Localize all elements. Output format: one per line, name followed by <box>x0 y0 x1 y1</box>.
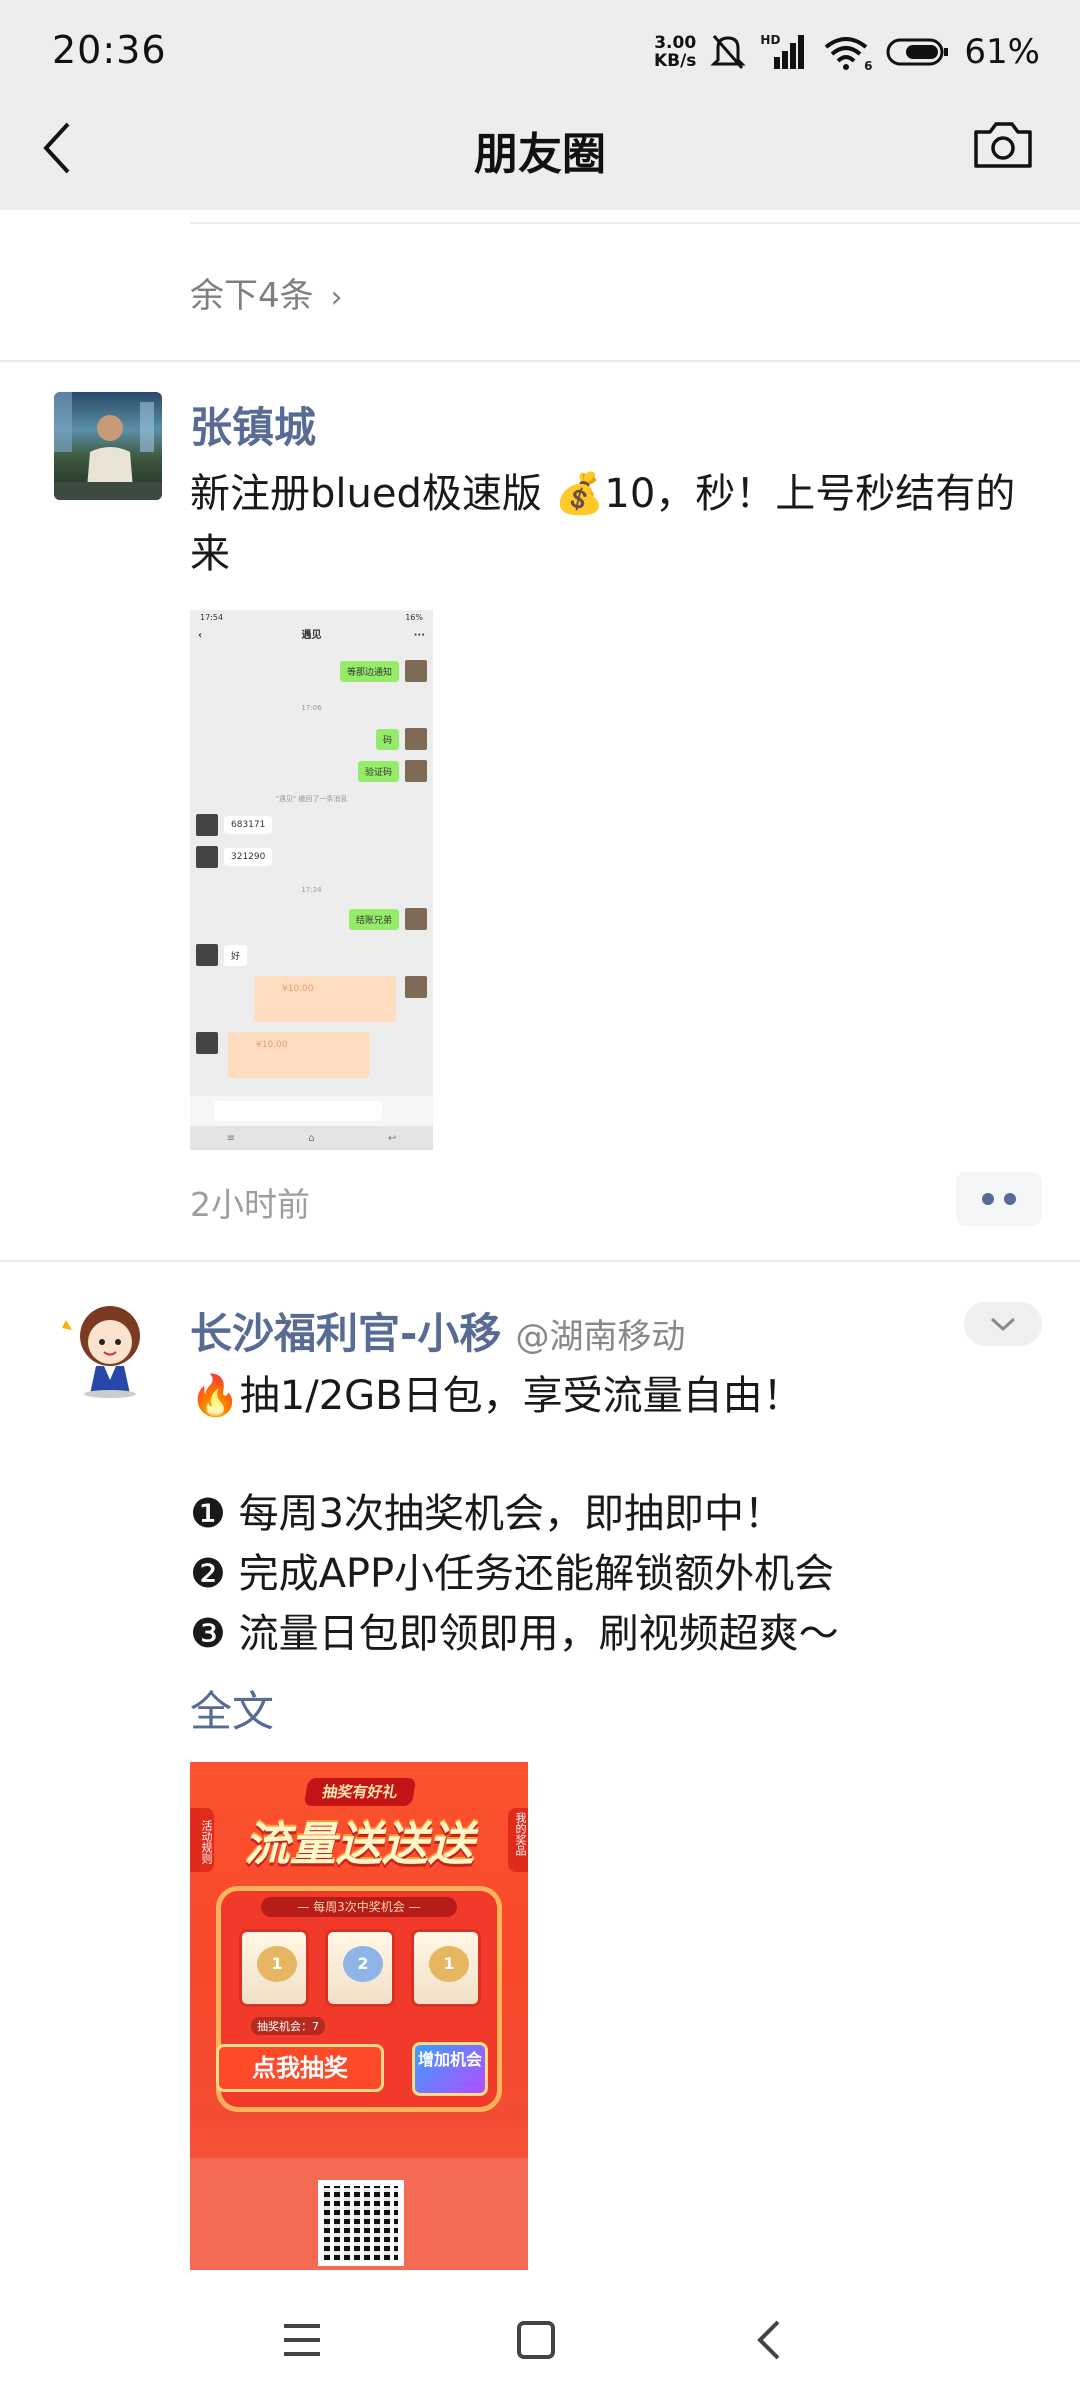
image-message: 码 <box>375 728 427 750</box>
image-chat-title: ‹ 遇见 ··· <box>190 624 433 648</box>
qr-code-icon <box>318 2180 404 2266</box>
page-title: 朋友圈 <box>474 129 606 180</box>
image-message: 好 <box>196 944 248 966</box>
battery-percent: 61% <box>964 32 1040 72</box>
image-red-packet: ¥10.00 <box>254 976 396 1022</box>
image-input-bar <box>190 1096 433 1126</box>
post-text-line: ❸ 流量日包即领即用，刷视频超爽～ <box>190 1611 839 1657</box>
poster-handle: @湖南移动 <box>515 1317 686 1357</box>
image-message: 321290 <box>196 846 273 868</box>
poster-name[interactable]: 长沙福利官-小移 @湖南移动 <box>190 1300 685 1361</box>
machine-label: — 每周3次中奖机会 — <box>261 1897 457 1917</box>
post-divider <box>0 360 1080 362</box>
image-message: 等那边通知 <box>339 660 427 682</box>
network-speed: 3.00 KB/s <box>653 33 697 71</box>
more-actions-button[interactable] <box>956 1172 1042 1226</box>
slot-reel: 2 <box>325 1929 395 2007</box>
status-icons: 3.00 KB/s HD 6 61% <box>654 30 1040 74</box>
back-triangle-icon[interactable] <box>740 2310 800 2370</box>
cartoon-girl-avatar-icon <box>62 1306 140 1398</box>
top-bar: 20:36 3.00 KB/s HD 6 61% 朋友圈 <box>0 0 1080 210</box>
post-time: 2小时前 <box>190 1185 310 1224</box>
slot-reel: 1 <box>239 1929 309 2007</box>
status-time: 20:36 <box>52 28 167 72</box>
post-text-line: ❷ 完成APP小任务还能解锁额外机会 <box>190 1551 835 1597</box>
image-timestamp: 17:06 <box>301 704 322 712</box>
wifi-icon: 6 <box>822 33 872 73</box>
promo-add-chance-button: 增加机会 <box>412 2042 488 2096</box>
post-divider <box>0 1260 1080 1262</box>
image-more-icon: ··· <box>413 630 425 641</box>
comment-divider <box>190 222 1080 224</box>
image-nav-bar: ≡ ⌂ ↩ <box>190 1126 433 1150</box>
post-image[interactable]: 17:54 16% ‹ 遇见 ··· 等那边通知 17:06 码 验证码 "遇见… <box>190 610 433 1150</box>
post-text-line: ❶ 每周3次抽奖机会，即抽即中！ <box>190 1491 785 1537</box>
draw-chances: 抽奖机会：7 <box>251 2017 325 2035</box>
slot-reel: 1 <box>411 1929 481 2007</box>
avatar[interactable] <box>54 392 162 500</box>
camera-icon[interactable] <box>972 118 1034 172</box>
image-message: 683171 <box>196 814 273 836</box>
post-text: 新注册blued极速版 💰10，秒！上号秒结有的来 <box>190 471 1016 577</box>
poster-name[interactable]: 张镇城 <box>190 394 316 455</box>
image-red-packet: ¥10.00 <box>228 1032 370 1078</box>
home-square-icon[interactable] <box>506 2310 566 2370</box>
image-timestamp: 17:24 <box>301 886 322 894</box>
person-photo-icon <box>54 392 162 500</box>
avatar[interactable] <box>54 1294 162 1402</box>
menu-icon[interactable] <box>272 2310 332 2370</box>
promo-badge: 抽奖有好礼 <box>303 1778 417 1806</box>
promo-draw-button: 点我抽奖 <box>216 2044 384 2092</box>
chevron-right-icon: › <box>330 280 343 315</box>
promo-headline: 流量送送送 <box>244 1817 474 1871</box>
more-comments-link[interactable]: 余下4条 › <box>190 268 342 317</box>
post-text-line: 🔥抽1/2GB日包，享受流量自由！ <box>190 1373 803 1419</box>
mute-bell-icon <box>710 35 747 69</box>
battery-icon <box>886 38 949 66</box>
signal-icon: HD <box>760 33 808 71</box>
image-status-bar: 17:54 16% <box>190 610 433 624</box>
post-menu-button[interactable] <box>964 1302 1042 1346</box>
image-message: 验证码 <box>357 760 427 782</box>
image-message: 结账兄弟 <box>348 908 427 930</box>
post-image[interactable]: 抽奖有好礼 活动规则 我的奖品 流量送送送 — 每周3次中奖机会 — 1 2 1… <box>190 1762 528 2270</box>
image-back-icon: ‹ <box>198 630 203 641</box>
system-nav-bar <box>0 2280 1080 2400</box>
image-recall-note: "遇见" 撤回了一条消息 <box>275 795 348 803</box>
chevron-down-icon <box>990 1317 1016 1332</box>
dot-icon <box>982 1193 994 1205</box>
dot-icon <box>1004 1193 1016 1205</box>
full-text-link[interactable]: 全文 <box>190 1678 274 1739</box>
